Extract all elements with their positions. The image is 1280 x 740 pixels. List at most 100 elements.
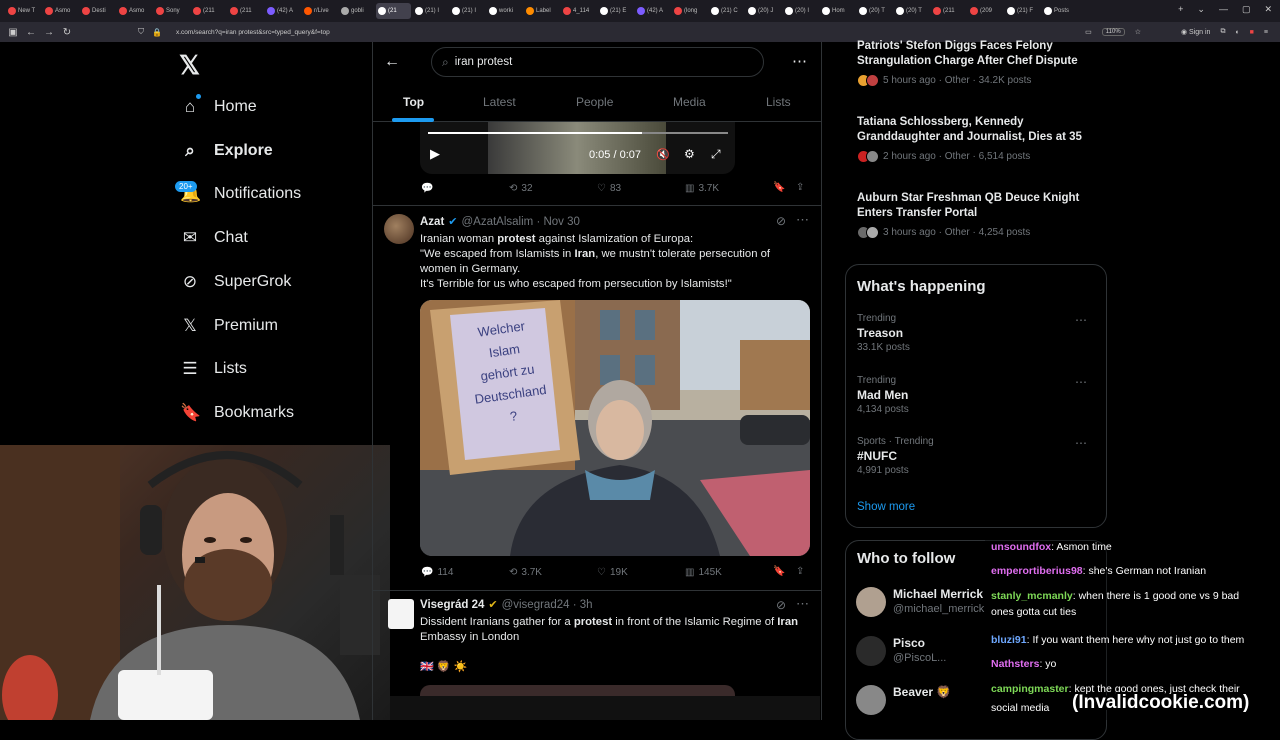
sidebar-toggle-icon[interactable]: ▣ [4,27,22,38]
retweet-button[interactable]: ⟲ 3.7K [509,567,542,578]
zoom-level[interactable]: 110% [1101,28,1125,36]
grok-icon[interactable]: ⊘ [776,598,786,612]
follow-suggestion[interactable]: Michael Merrick @michael_merrick [856,585,991,619]
sidebar-item-explore[interactable]: ⌕ Explore [180,141,272,161]
tab-media[interactable]: Media [673,95,706,109]
avatar[interactable] [856,685,886,715]
browser-tab[interactable]: (209 [968,3,1003,19]
browser-tab[interactable]: (211 [228,3,263,19]
tweet-more-icon[interactable]: ⋯ [796,212,809,228]
browser-tab[interactable]: (21) C [709,3,744,19]
like-button[interactable]: ♡ 19K [597,567,628,578]
browser-tab[interactable]: 4_114 [561,3,596,19]
menu-icon[interactable]: ≡ [1264,29,1268,36]
browser-tab[interactable]: (42) A [635,3,670,19]
signin-button[interactable]: ◉ Sign in [1181,28,1210,36]
reader-icon[interactable]: ▭ [1085,28,1092,36]
share-icon[interactable]: ⇪ [796,566,804,577]
browser-tab[interactable]: (21) F [1005,3,1040,19]
news-item[interactable]: Auburn Star Freshman QB Deuce Knight Ente… [857,191,1097,239]
sidebar-item-lists[interactable]: ☰ Lists [180,359,247,379]
browser-tab[interactable]: Hom [820,3,855,19]
browser-tab[interactable]: (20) J [746,3,781,19]
settings-icon[interactable]: ⚙ [684,147,695,161]
mute-icon[interactable]: 🔇 [656,148,670,161]
maximize-icon[interactable]: ▢ [1242,4,1251,15]
search-input[interactable]: iran protest [455,56,513,68]
minimize-icon[interactable]: — [1219,4,1228,15]
browser-tab[interactable]: worki [487,3,522,19]
star-icon[interactable]: ☆ [1135,28,1141,36]
extensions-icon[interactable]: ⧉ [1220,28,1225,36]
browser-tab[interactable]: (20) T [857,3,892,19]
tab-people[interactable]: People [576,95,613,109]
browser-tab[interactable]: r/Live [302,3,337,19]
show-more-link[interactable]: Show more [857,501,915,513]
browser-tab[interactable]: (211 [191,3,226,19]
trend-more-icon[interactable]: ⋯ [1075,436,1087,450]
browser-tab[interactable]: Asmo [117,3,152,19]
sidebar-item-notifications[interactable]: 🔔 Notifications [180,184,301,204]
trend-item[interactable]: Trending Treason 33.1K posts ⋯ [857,313,1097,353]
browser-tab[interactable]: (21 [376,3,411,19]
author-name[interactable]: Visegrád 24 [420,599,484,611]
browser-tab[interactable]: Asmo [43,3,78,19]
play-icon[interactable]: ▶ [430,146,440,162]
tweet-more-icon[interactable]: ⋯ [796,596,809,612]
author-handle[interactable]: @visegrad24 · 3h [502,599,593,611]
tab-lists[interactable]: Lists [766,95,791,109]
browser-tab[interactable]: (21) E [598,3,633,19]
sidebar-item-premium[interactable]: 𝕏 Premium [180,316,278,336]
lock-icon[interactable]: 🔒 [152,28,162,37]
avatar[interactable] [384,214,414,244]
browser-tab[interactable]: (211 [931,3,966,19]
reply-icon[interactable]: 💬 [421,183,433,194]
sidebar-item-supergrok[interactable]: ⊘ SuperGrok [180,272,292,292]
browser-tab[interactable]: (20) I [783,3,818,19]
trend-more-icon[interactable]: ⋯ [1075,375,1087,389]
author-handle[interactable]: @AzatAlsalim · Nov 30 [462,216,580,228]
trend-item[interactable]: Trending Mad Men 4,134 posts ⋯ [857,375,1097,415]
fullscreen-icon[interactable]: ⤢ [711,147,721,162]
close-icon[interactable]: ✕ [1264,4,1272,15]
browser-tab[interactable]: Desti [80,3,115,19]
avatar[interactable] [388,599,414,629]
browser-tab[interactable]: (21) I [413,3,448,19]
tab-list-icon[interactable]: ⌄ [1197,4,1205,15]
search-box[interactable]: ⌕ iran protest [431,47,764,77]
video-player[interactable]: ▶ 0:05 / 0:07 🔇 ⚙ ⤢ [420,122,735,174]
follow-suggestion[interactable]: Pisco @PiscoL... [856,634,991,668]
browser-tab[interactable]: (42) A [265,3,300,19]
follow-suggestion[interactable]: Beaver 🦁 [856,683,991,717]
browser-tab[interactable]: gobli [339,3,374,19]
new-tab-icon[interactable]: + [1178,4,1183,15]
back-arrow-icon[interactable]: ← [384,53,400,71]
reply-button[interactable]: 💬 114 [421,567,453,578]
avatar[interactable] [856,587,886,617]
news-item[interactable]: Tatiana Schlossberg, Kennedy Granddaughte… [857,115,1097,163]
account-icon[interactable]: ◐ [1235,29,1239,36]
x-logo[interactable]: 𝕏 [179,50,200,81]
share-icon[interactable]: ⇪ [796,182,804,193]
browser-tab[interactable]: (20) T [894,3,929,19]
reload-icon[interactable]: ↻ [58,27,76,38]
shield-icon[interactable]: ⛉ [138,27,144,37]
back-icon[interactable]: ← [22,27,40,38]
views-button[interactable]: ▥ 145K [685,567,722,578]
like-button[interactable]: ♡ 83 [597,183,621,194]
retweet-button[interactable]: ⟲ 32 [509,183,533,194]
browser-tab[interactable]: Sony [154,3,189,19]
bookmark-icon[interactable]: 🔖 [773,182,785,193]
trend-item[interactable]: Sports · Trending #NUFC 4,991 posts ⋯ [857,436,1097,476]
tweet-image[interactable]: Welcher Islam gehört zu Deutschland? [420,300,810,556]
browser-tab[interactable]: Posts [1042,3,1077,19]
avatar[interactable] [856,636,886,666]
browser-tab[interactable]: (21) I [450,3,485,19]
tab-latest[interactable]: Latest [483,95,516,109]
grok-icon[interactable]: ⊘ [776,214,786,228]
bookmark-icon[interactable]: 🔖 [773,566,785,577]
browser-tab[interactable]: New T [6,3,41,19]
browser-tab[interactable]: (long [672,3,707,19]
sidebar-item-home[interactable]: ⌂ Home [180,97,257,117]
sidebar-item-chat[interactable]: ✉ Chat [180,228,248,248]
